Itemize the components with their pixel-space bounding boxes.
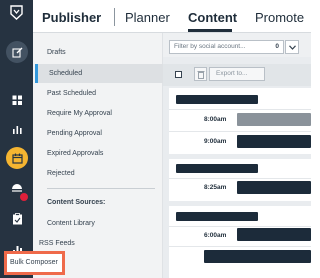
post-preview-redacted[interactable] <box>237 181 311 194</box>
compose-icon[interactable] <box>6 41 28 63</box>
post-time: 8:25am <box>204 184 227 191</box>
sidebar-item-bulk-composer[interactable]: Bulk Composer <box>10 259 58 266</box>
row-divider <box>169 109 311 110</box>
post-preview-redacted[interactable] <box>237 228 311 241</box>
tab-promote[interactable]: Promote <box>255 10 304 25</box>
sidebar-divider <box>47 188 155 189</box>
tab-planner[interactable]: Planner <box>125 10 170 25</box>
sidebar-item-require-my-approval[interactable]: Require My Approval <box>33 104 161 123</box>
post-preview-redacted[interactable] <box>237 135 311 148</box>
post-time: 9:00am <box>204 138 227 145</box>
row-divider <box>169 246 311 247</box>
sidebar-item-scheduled[interactable]: Scheduled <box>35 64 163 83</box>
sidebar-item-rejected[interactable]: Rejected <box>33 164 161 183</box>
header-divider <box>114 8 115 26</box>
chevron-down-icon[interactable] <box>285 40 299 54</box>
post-preview-redacted[interactable] <box>204 250 311 263</box>
sidebar-item-past-scheduled[interactable]: Past Scheduled <box>33 84 161 103</box>
notification-dot <box>20 193 28 201</box>
top-header: Publisher Planner Content Promote <box>33 0 311 33</box>
post-time: 8:00am <box>204 116 227 123</box>
sidebar-item-drafts[interactable]: Drafts <box>33 43 161 62</box>
select-all-checkbox[interactable] <box>175 71 182 78</box>
content-sources-heading: Content Sources: <box>47 199 106 206</box>
sidebar-item-expired-approvals[interactable]: Expired Approvals <box>33 144 161 163</box>
dashboard-icon[interactable] <box>9 92 25 108</box>
assignments-icon[interactable] <box>9 211 25 227</box>
date-heading-redacted <box>176 212 258 221</box>
sidebar-item-content-library[interactable]: Content Library <box>33 214 161 233</box>
trash-icon[interactable] <box>194 67 207 81</box>
logo-icon[interactable] <box>9 5 24 20</box>
row-divider <box>169 178 311 179</box>
sidebar-item-pending-approval[interactable]: Pending Approval <box>33 124 161 143</box>
date-heading-redacted <box>176 164 258 173</box>
analytics-icon[interactable] <box>9 121 25 137</box>
publisher-icon[interactable] <box>6 147 28 169</box>
social-account-filter-input[interactable]: Filter by social account... 0 <box>169 40 284 54</box>
post-time: 6:00am <box>204 232 227 239</box>
row-divider <box>169 226 311 227</box>
post-preview-redacted[interactable] <box>237 113 311 126</box>
filter-placeholder: Filter by social account... <box>174 43 246 50</box>
row-divider <box>169 131 311 132</box>
active-tab-indicator <box>188 29 232 32</box>
filter-count: 0 <box>275 43 279 50</box>
export-dropdown[interactable]: Export to... <box>209 67 265 81</box>
date-heading-redacted <box>176 95 258 104</box>
tab-content[interactable]: Content <box>188 10 237 25</box>
app-title: Publisher <box>42 10 102 25</box>
